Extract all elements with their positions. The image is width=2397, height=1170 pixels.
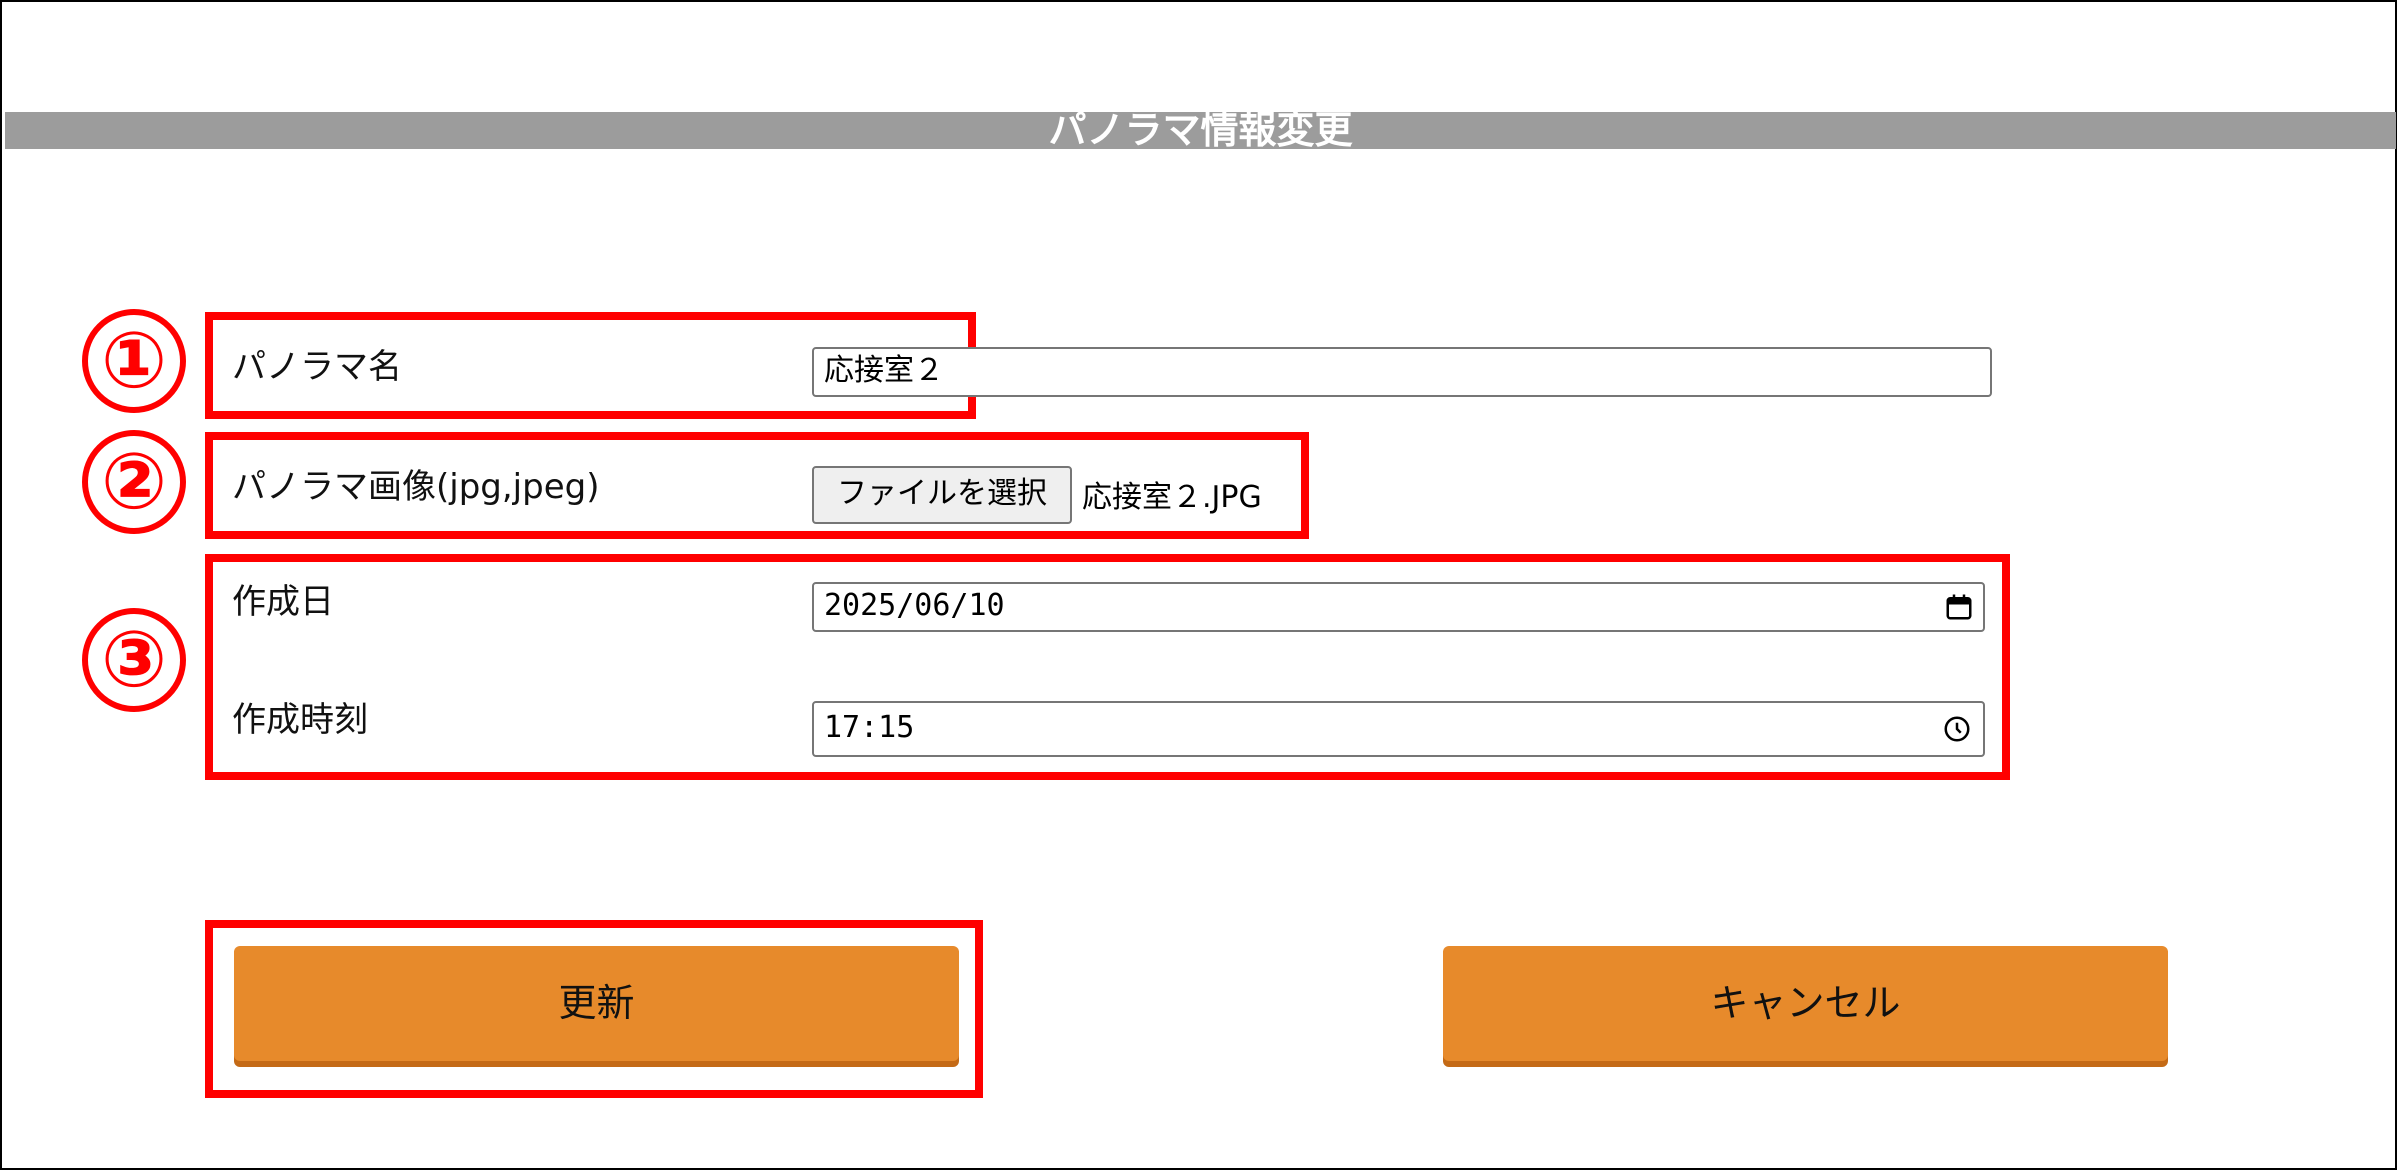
marker-2: ②	[82, 430, 186, 534]
time-value: 17:15	[824, 710, 915, 745]
clock-icon[interactable]	[1942, 714, 1972, 744]
date-label: 作成日	[232, 582, 334, 622]
marker-1: ①	[82, 309, 186, 413]
date-input[interactable]: 2025/06/10	[812, 582, 1985, 632]
time-label: 作成時刻	[232, 700, 368, 740]
page-title: パノラマ情報変更	[1048, 112, 1353, 149]
name-input[interactable]: 応接室２	[812, 347, 1992, 397]
time-input[interactable]: 17:15	[812, 701, 1985, 757]
date-value: 2025/06/10	[824, 588, 1005, 623]
dialog-frame: パノラマ情報変更 ① ② ③ パノラマ名 応接室２ パノラマ画像(jpg,jpe…	[0, 0, 2397, 1170]
update-button[interactable]: 更新	[234, 946, 959, 1061]
name-label: パノラマ名	[232, 347, 402, 387]
title-bar: パノラマ情報変更	[5, 112, 2396, 149]
selected-file-name: 応接室２.JPG	[1082, 480, 1262, 515]
cancel-button[interactable]: キャンセル	[1443, 946, 2168, 1061]
image-label: パノラマ画像(jpg,jpeg)	[232, 467, 600, 507]
choose-file-button[interactable]: ファイルを選択	[812, 466, 1072, 524]
marker-3: ③	[82, 608, 186, 712]
calendar-icon[interactable]	[1944, 592, 1974, 622]
